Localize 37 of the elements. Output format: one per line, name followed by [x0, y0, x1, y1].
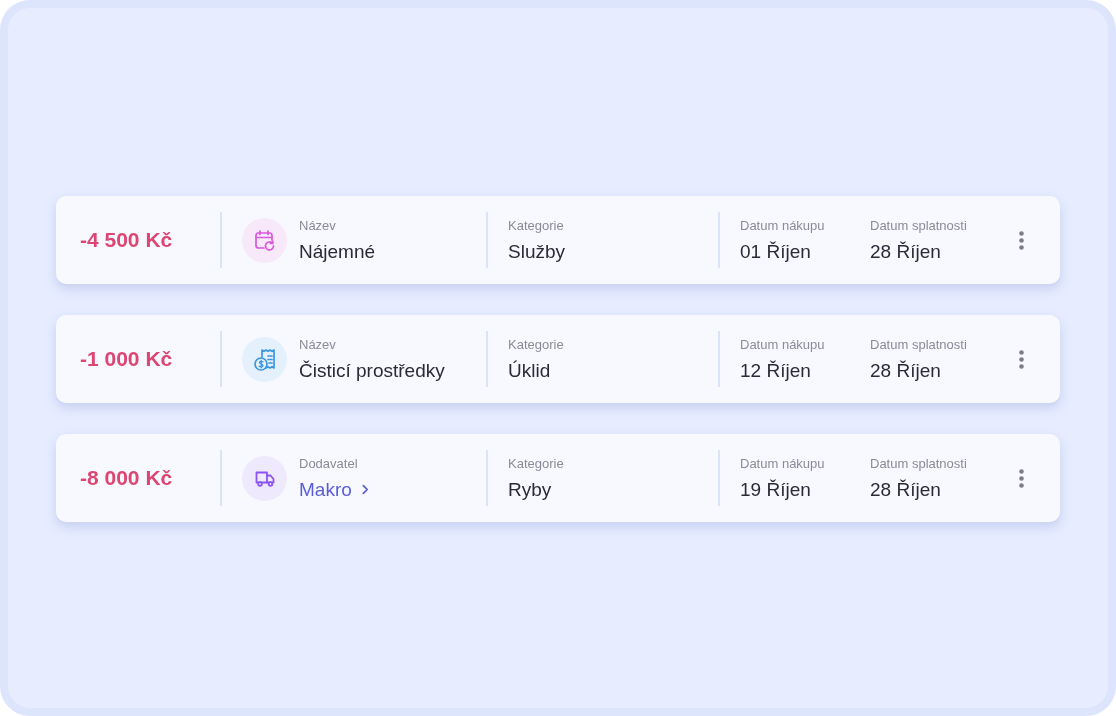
field-value: 28 Říjen [870, 477, 941, 501]
field-label: Datum splatnosti [870, 217, 968, 234]
amount-text: -1 000 Kč [80, 347, 173, 370]
field-value: Úklid [508, 358, 551, 382]
receipt-coin-icon [242, 336, 287, 382]
field-value: Nájemné [299, 239, 376, 263]
field-value: 28 Říjen [870, 239, 941, 263]
field-value: 19 Říjen [740, 477, 811, 501]
field-label: Datum nákupu [740, 455, 826, 472]
field-value: Ryby [508, 477, 552, 501]
more-options-button[interactable] [1016, 229, 1026, 251]
more-options-button[interactable] [1016, 467, 1026, 489]
field-value: 01 Říjen [740, 239, 811, 263]
field-label: Název [299, 217, 337, 234]
field-label: Kategorie [508, 336, 565, 353]
amount-text: -4 500 Kč [80, 228, 173, 251]
amount-text: -8 000 Kč [80, 466, 173, 489]
vertical-dots-icon [1018, 349, 1024, 369]
field-label: Datum splatnosti [870, 336, 968, 353]
field-label: Datum splatnosti [870, 455, 968, 472]
vertical-dots-icon [1018, 230, 1024, 250]
field-value: Služby [508, 239, 566, 263]
field-value: Čisticí prostředky [299, 358, 445, 382]
calendar-icon [242, 217, 287, 263]
field-value: 28 Říjen [870, 358, 941, 382]
truck-icon [242, 455, 287, 501]
more-options-button[interactable] [1016, 348, 1026, 370]
field-label: Kategorie [508, 217, 565, 234]
field-label: Název [299, 336, 337, 353]
field-label: Datum nákupu [740, 217, 826, 234]
supplier-link[interactable]: Makro [299, 477, 369, 501]
field-value: 12 Říjen [740, 358, 811, 382]
chevron-right-icon [361, 483, 369, 495]
vertical-dots-icon [1018, 468, 1024, 488]
field-label: Datum nákupu [740, 336, 826, 353]
field-label: Dodavatel [299, 455, 359, 472]
field-label: Kategorie [508, 455, 565, 472]
